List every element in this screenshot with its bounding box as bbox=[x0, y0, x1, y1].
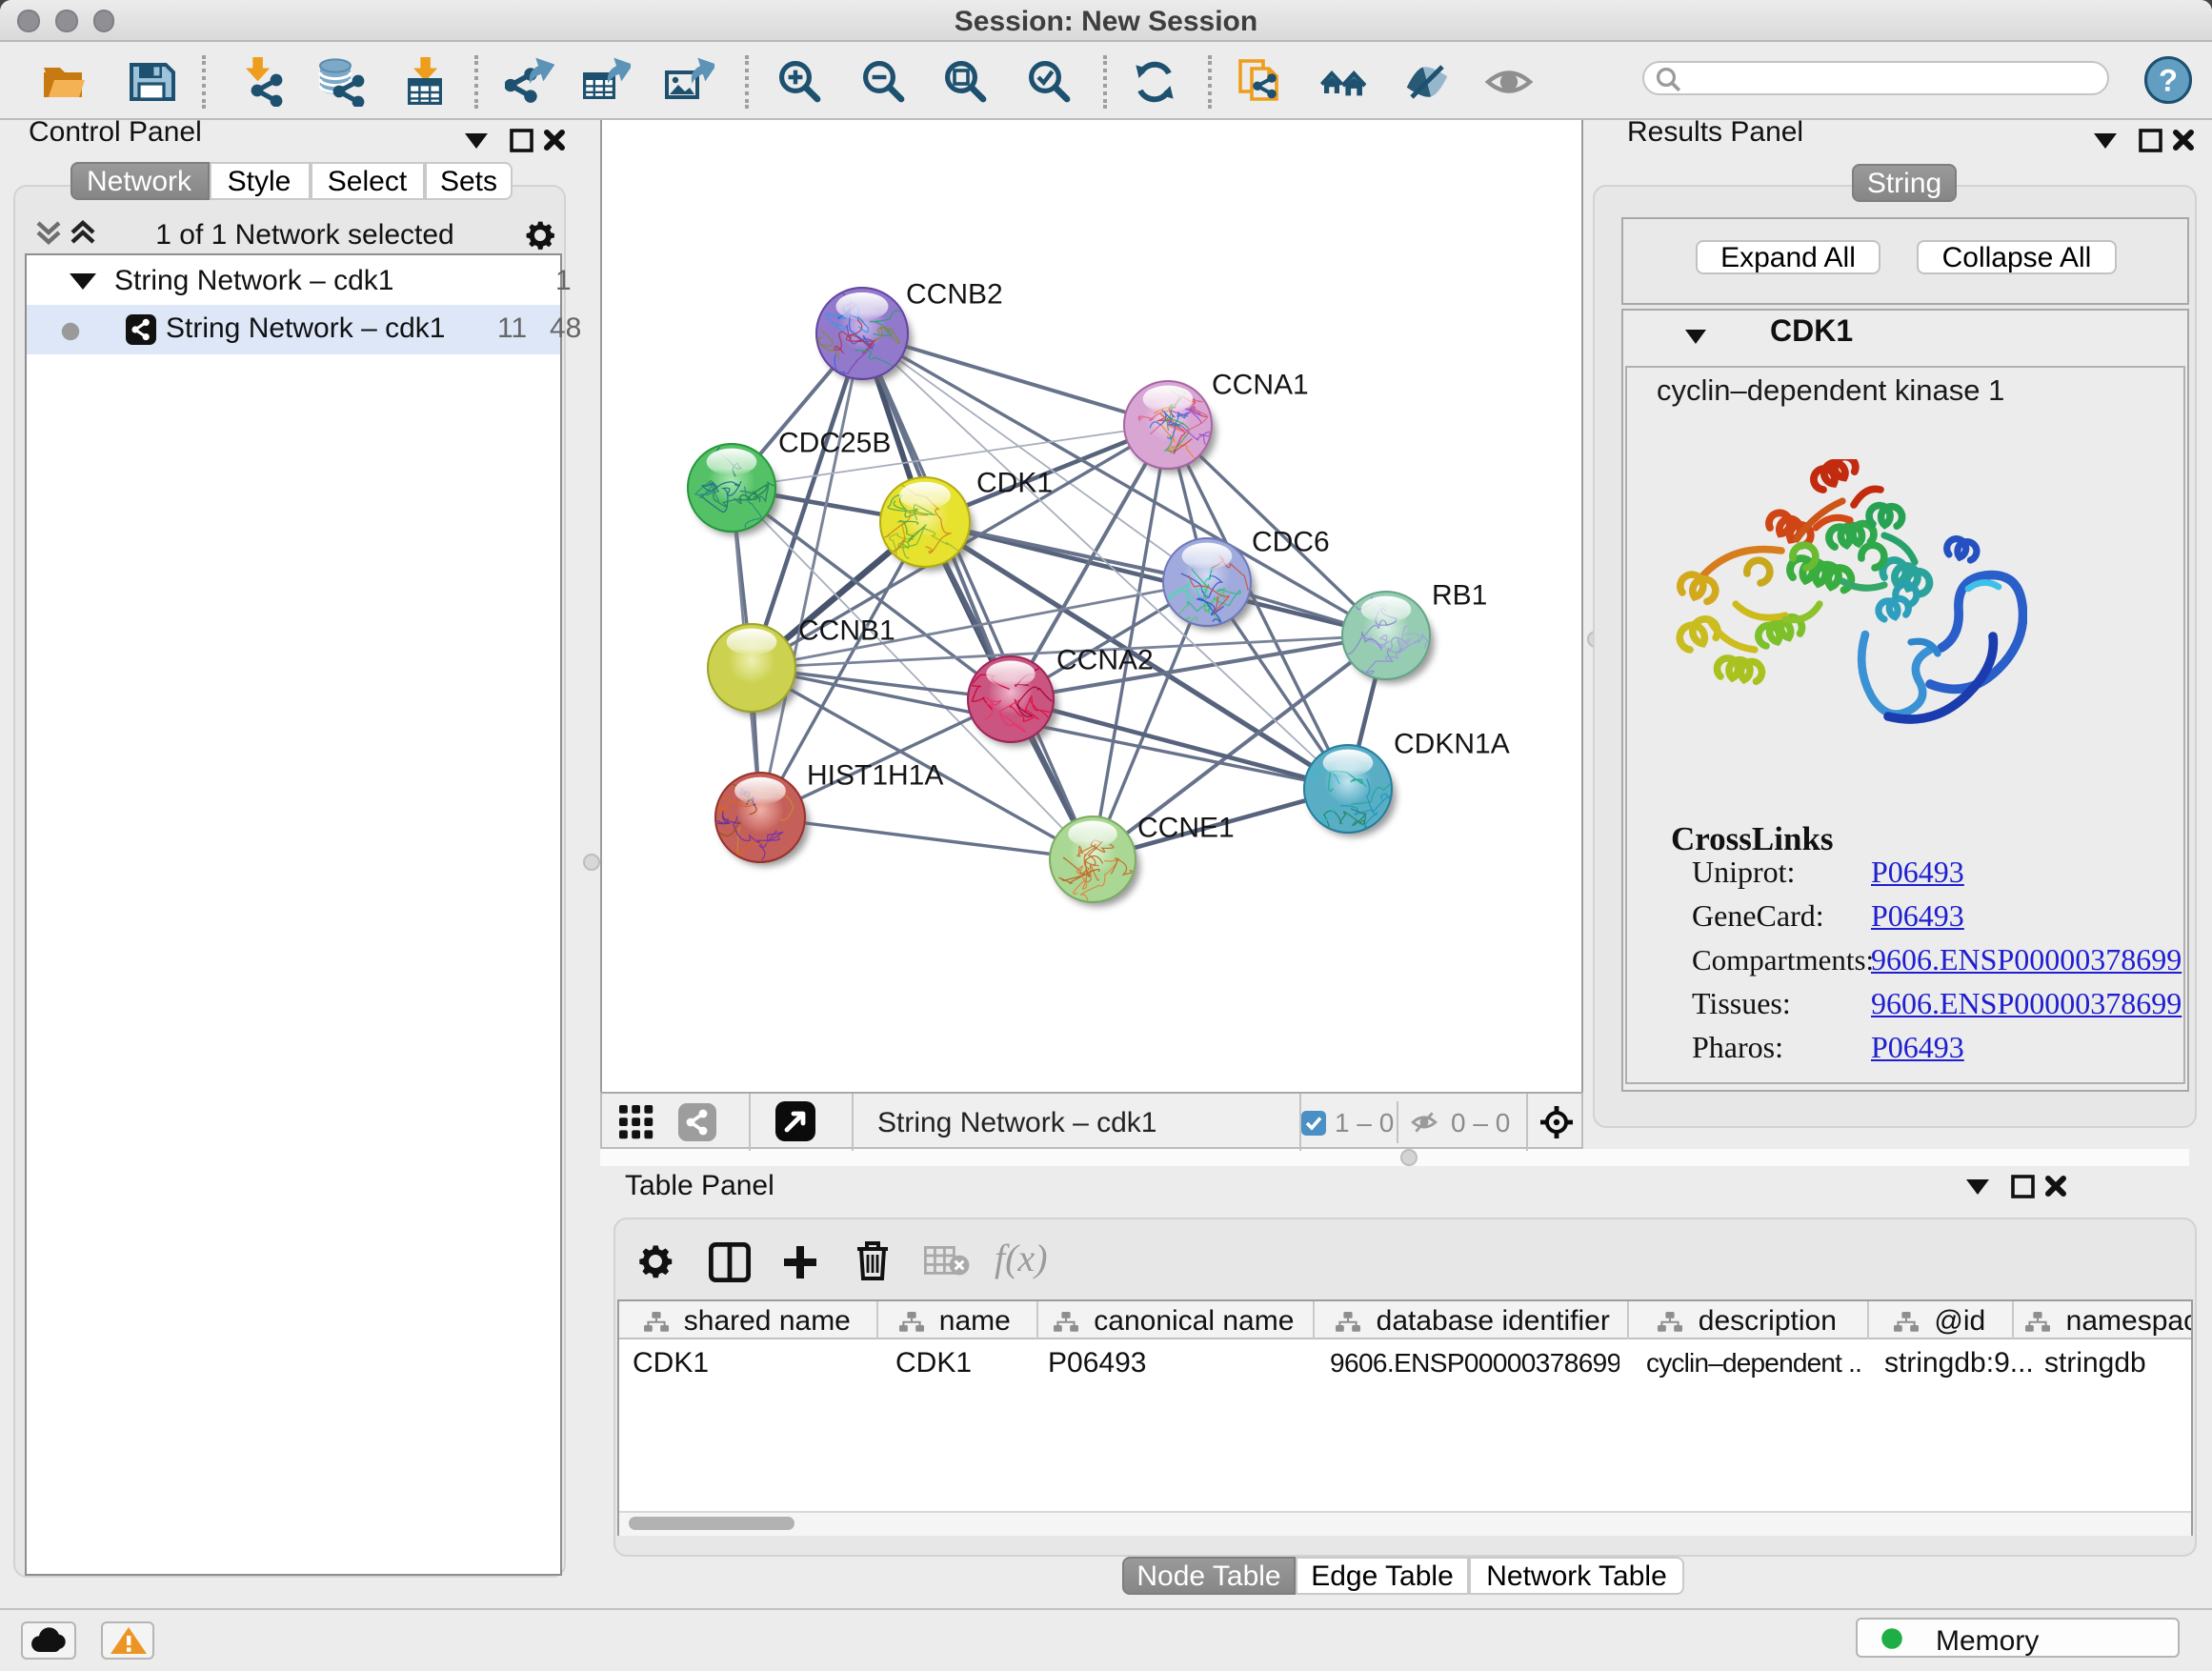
svg-text:CCNE1: CCNE1 bbox=[1136, 812, 1234, 843]
svg-text:CCNA2: CCNA2 bbox=[1056, 644, 1153, 675]
svg-text:CDC25B: CDC25B bbox=[777, 427, 890, 458]
svg-text:RB1: RB1 bbox=[1431, 579, 1486, 611]
svg-text:CDKN1A: CDKN1A bbox=[1393, 728, 1509, 759]
svg-text:?: ? bbox=[2159, 63, 2178, 98]
svg-text:CCNB2: CCNB2 bbox=[905, 278, 1002, 310]
svg-text:HIST1H1A: HIST1H1A bbox=[806, 759, 942, 791]
svg-text:CDC6: CDC6 bbox=[1251, 526, 1329, 557]
svg-text:CCNB1: CCNB1 bbox=[797, 614, 895, 646]
svg-text:CDK1: CDK1 bbox=[975, 467, 1052, 498]
svg-text:CCNA1: CCNA1 bbox=[1211, 369, 1308, 400]
